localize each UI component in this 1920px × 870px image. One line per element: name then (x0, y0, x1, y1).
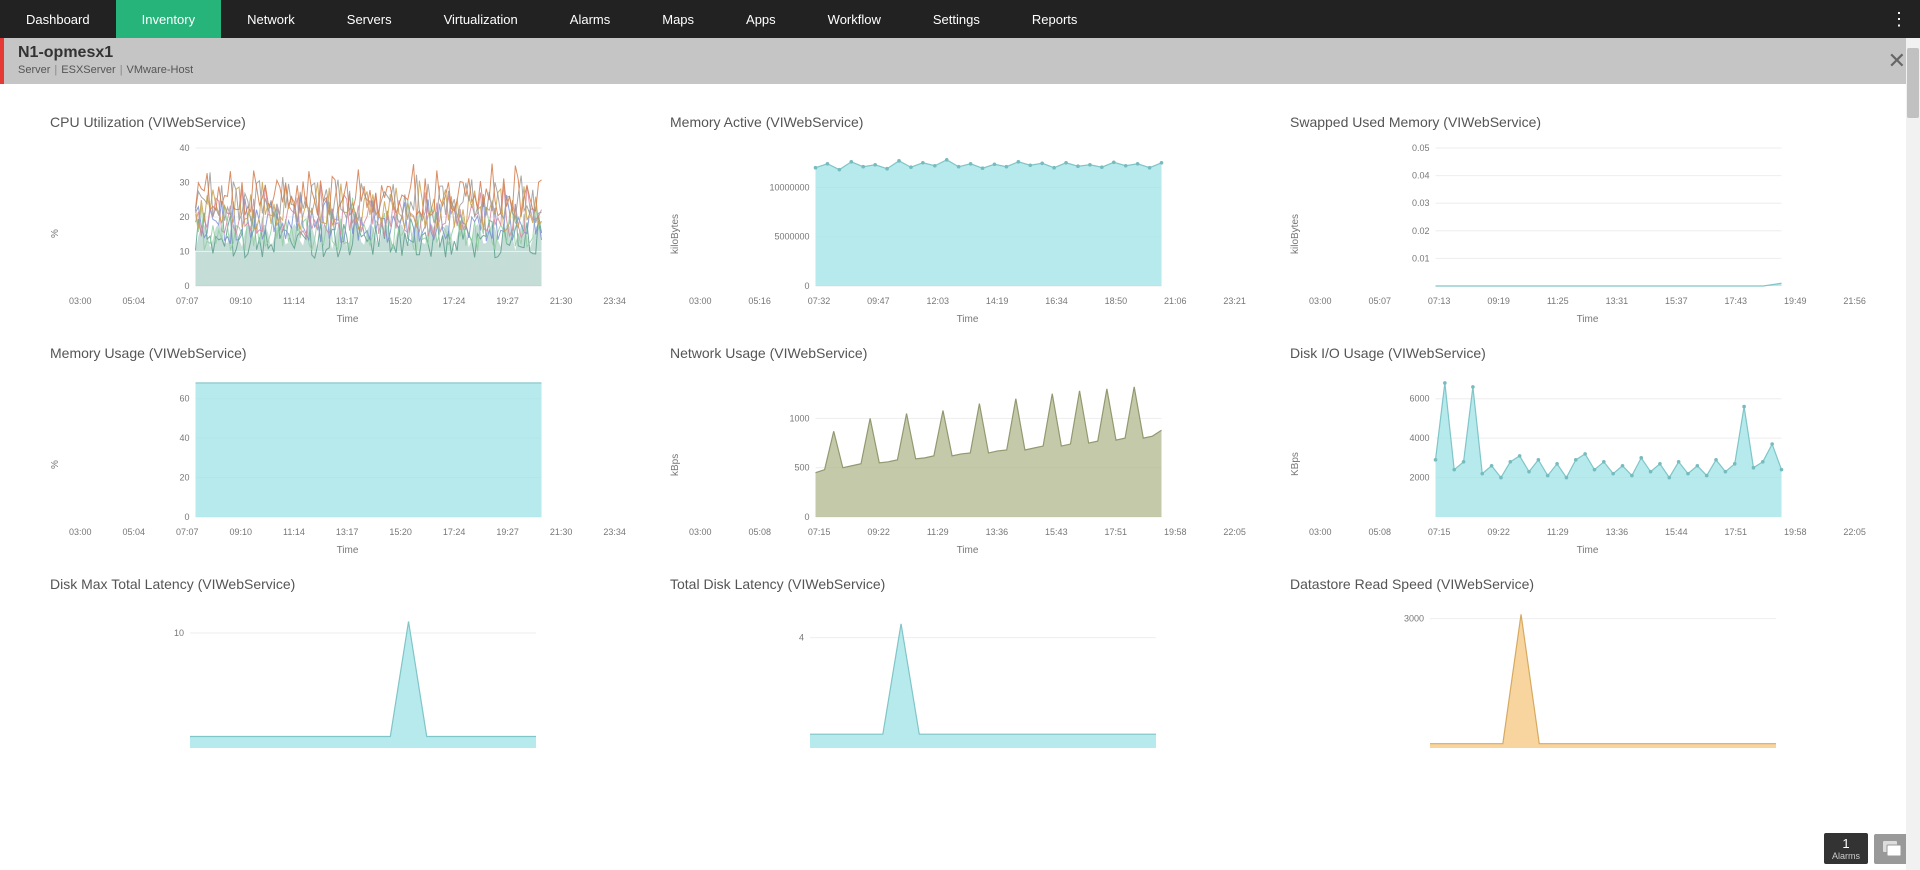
breadcrumb-item[interactable]: VMware-Host (127, 64, 194, 76)
chart-plot[interactable]: 0 10 20 30 40 (65, 142, 630, 292)
close-icon[interactable]: ✕ (1888, 48, 1906, 74)
svg-text:20: 20 (179, 212, 189, 222)
chart-ylabel: % (50, 142, 61, 325)
chart-plot[interactable]: 3000 (1294, 604, 1870, 754)
svg-text:10000000: 10000000 (769, 182, 809, 192)
chart-panel: Network Usage (VIWebService) kBps 0 500 1000… (670, 345, 1250, 556)
alarms-badge[interactable]: 1 Alarms (1824, 833, 1868, 864)
svg-text:4000: 4000 (1409, 433, 1429, 443)
chart-plot[interactable]: 2000 4000 6000 (1305, 373, 1870, 523)
svg-text:30: 30 (179, 178, 189, 188)
chart-plot[interactable]: 0 20 40 60 (65, 373, 630, 523)
svg-text:0.05: 0.05 (1412, 143, 1430, 153)
svg-text:0: 0 (804, 512, 809, 522)
scrollbar-thumb[interactable] (1907, 48, 1919, 118)
chart-xticks: 03:0005:0407:0709:1011:1413:1715:2017:24… (65, 527, 630, 537)
nav-item-apps[interactable]: Apps (720, 0, 802, 38)
kebab-menu-icon[interactable]: ⋮ (1890, 0, 1908, 38)
nav-item-workflow[interactable]: Workflow (802, 0, 907, 38)
svg-text:0.04: 0.04 (1412, 171, 1430, 181)
nav-item-maps[interactable]: Maps (636, 0, 720, 38)
chart-panel: CPU Utilization (VIWebService)% 0 10 20 30 40… (50, 114, 630, 325)
chart-ylabel: KBps (1290, 373, 1301, 556)
chart-ylabel: kiloBytes (670, 142, 681, 325)
alarms-widget: 1 Alarms (1824, 833, 1910, 864)
nav-item-alarms[interactable]: Alarms (544, 0, 636, 38)
chart-panel: Memory Active (VIWebService) kiloBytes 0 50… (670, 114, 1250, 325)
chart-xlabel: Time (65, 314, 630, 325)
nav-item-dashboard[interactable]: Dashboard (0, 0, 116, 38)
chart-plot[interactable]: 0.01 0.02 0.03 0.04 0.05 (1305, 142, 1870, 292)
chart-panel: Swapped Used Memory (VIWebService) kiloBy… (1290, 114, 1870, 325)
chart-plot[interactable]: 0 5000000 10000000 (685, 142, 1250, 292)
chart-plot[interactable]: 4 (674, 604, 1250, 754)
chart-ylabel: % (50, 373, 61, 556)
svg-text:500: 500 (794, 463, 809, 473)
svg-text:1000: 1000 (789, 413, 809, 423)
chart-xlabel: Time (685, 314, 1250, 325)
nav-item-virtualization[interactable]: Virtualization (418, 0, 544, 38)
breadcrumb: Server|ESXServer|VMware-Host (18, 64, 1906, 76)
chart-grid: CPU Utilization (VIWebService)%010203040… (0, 84, 1920, 834)
svg-text:0: 0 (184, 512, 189, 522)
svg-text:0.02: 0.02 (1412, 226, 1430, 236)
chart-title: Network Usage (VIWebService) (670, 345, 1250, 361)
chart-plot[interactable]: 0 500 1000 (685, 373, 1250, 523)
breadcrumb-item[interactable]: ESXServer (61, 64, 115, 76)
chart-xticks: 03:0005:0807:1509:2211:2913:3615:4417:51… (1305, 527, 1870, 537)
svg-text:0: 0 (804, 281, 809, 291)
svg-text:4: 4 (799, 633, 804, 643)
nav-item-network[interactable]: Network (221, 0, 321, 38)
chart-xticks: 03:0005:1607:3209:4712:0314:1916:3418:50… (685, 296, 1250, 306)
chart-title: Disk I/O Usage (VIWebService) (1290, 345, 1870, 361)
svg-text:60: 60 (179, 394, 189, 404)
chart-ylabel: kBps (670, 373, 681, 556)
main-scroll-area: CPU Utilization (VIWebService)%010203040… (0, 84, 1920, 866)
chart-plot[interactable]: 10 (54, 604, 630, 754)
svg-text:6000: 6000 (1409, 394, 1429, 404)
top-nav-bar: DashboardInventoryNetworkServersVirtuali… (0, 0, 1920, 38)
chart-xlabel: Time (685, 545, 1250, 556)
svg-text:10: 10 (174, 628, 184, 638)
chart-xlabel: Time (1305, 314, 1870, 325)
svg-text:3000: 3000 (1404, 614, 1424, 624)
chart-panel: Disk I/O Usage (VIWebService) KBps 2000 400… (1290, 345, 1870, 556)
svg-text:10: 10 (179, 247, 189, 257)
svg-text:40: 40 (179, 433, 189, 443)
chart-title: CPU Utilization (VIWebService) (50, 114, 630, 130)
svg-text:0: 0 (184, 281, 189, 291)
chart-panel: Total Disk Latency (VIWebService) 4 (670, 576, 1250, 754)
svg-text:5000000: 5000000 (774, 232, 809, 242)
chart-title: Swapped Used Memory (VIWebService) (1290, 114, 1870, 130)
chat-icon[interactable] (1874, 834, 1910, 864)
chart-title: Memory Active (VIWebService) (670, 114, 1250, 130)
subheader: N1-opmesx1 Server|ESXServer|VMware-Host … (0, 38, 1920, 84)
breadcrumb-item[interactable]: Server (18, 64, 50, 76)
nav-tabs: DashboardInventoryNetworkServersVirtuali… (0, 0, 1103, 38)
chart-title: Memory Usage (VIWebService) (50, 345, 630, 361)
chart-panel: Disk Max Total Latency (VIWebService) 10 (50, 576, 630, 754)
svg-text:0.03: 0.03 (1412, 198, 1430, 208)
page-title: N1-opmesx1 (18, 44, 1906, 62)
nav-item-settings[interactable]: Settings (907, 0, 1006, 38)
scrollbar[interactable] (1906, 38, 1920, 870)
chart-xticks: 03:0005:0707:1309:1911:2513:3115:3717:43… (1305, 296, 1870, 306)
chart-xlabel: Time (1305, 545, 1870, 556)
svg-text:2000: 2000 (1409, 473, 1429, 483)
svg-text:20: 20 (179, 473, 189, 483)
chart-title: Total Disk Latency (VIWebService) (670, 576, 1250, 592)
chart-panel: Memory Usage (VIWebService)% 0 20 40 60 03:00… (50, 345, 630, 556)
chart-xticks: 03:0005:0807:1509:2211:2913:3615:4317:51… (685, 527, 1250, 537)
chart-ylabel: kiloBytes (1290, 142, 1301, 325)
chart-panel: Datastore Read Speed (VIWebService) 3000 (1290, 576, 1870, 754)
chart-title: Disk Max Total Latency (VIWebService) (50, 576, 630, 592)
nav-item-servers[interactable]: Servers (321, 0, 418, 38)
chart-xticks: 03:0005:0407:0709:1011:1413:1715:2017:24… (65, 296, 630, 306)
chart-title: Datastore Read Speed (VIWebService) (1290, 576, 1870, 592)
svg-text:40: 40 (179, 143, 189, 153)
nav-item-inventory[interactable]: Inventory (116, 0, 221, 38)
nav-item-reports[interactable]: Reports (1006, 0, 1104, 38)
chart-xlabel: Time (65, 545, 630, 556)
svg-text:0.01: 0.01 (1412, 253, 1430, 263)
